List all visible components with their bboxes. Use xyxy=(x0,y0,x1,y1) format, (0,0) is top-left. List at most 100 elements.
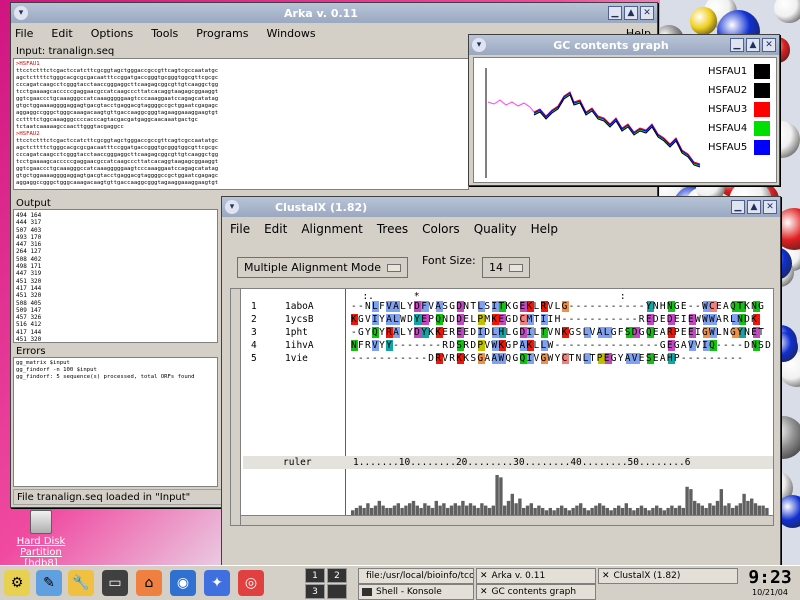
arka-titlebar[interactable]: ▾ Arka v. 0.11 ▁ ▲ ✕ xyxy=(11,3,657,23)
names-scrollbar[interactable] xyxy=(241,515,345,525)
window-menu-icon[interactable]: ▾ xyxy=(225,200,239,214)
horizontal-scrollbar[interactable] xyxy=(345,515,773,525)
quality-bar xyxy=(358,505,362,515)
quality-bar xyxy=(537,505,541,515)
quality-bar xyxy=(487,507,492,515)
window-menu-icon[interactable]: ▾ xyxy=(14,6,28,20)
quality-bar xyxy=(655,505,659,515)
gc-graph-title: GC contents graph xyxy=(553,38,669,52)
task-konsole[interactable]: Shell - Konsole xyxy=(358,584,474,600)
quality-bar xyxy=(674,507,678,515)
input-line: agctcttttctgggcacgcgcgacaatttccggatgaccg… xyxy=(16,75,219,81)
maximize-icon[interactable]: ▲ xyxy=(747,200,761,214)
quality-bar xyxy=(681,507,685,515)
menu-help[interactable]: Help xyxy=(531,222,558,236)
sequence-name-row[interactable]: 4 1ihvA xyxy=(251,340,314,351)
input-line: ttcctctttctcgactccatcttcgcggtagctgggaccg… xyxy=(16,138,219,144)
errors-text-area[interactable]: gg_matrix $input gg_findorf -n 100 $input… xyxy=(13,357,218,487)
window-menu-icon[interactable]: ▾ xyxy=(472,38,486,52)
quality-bar xyxy=(453,503,457,515)
font-size-select[interactable]: 14 xyxy=(482,257,530,278)
pager-desktop-3[interactable]: 3 xyxy=(305,584,325,599)
input-line: tcctgaaaagcacccccgaggaacgccatcaagcccttat… xyxy=(16,89,219,95)
output-line: 447 319 xyxy=(16,270,42,278)
quality-bar xyxy=(354,507,359,515)
quality-bar xyxy=(457,505,461,515)
task-clustalx[interactable]: ✕ ClustalX (1.82) xyxy=(598,568,738,584)
maximize-icon[interactable]: ▲ xyxy=(746,38,760,52)
minimize-icon[interactable]: ▁ xyxy=(731,200,745,214)
edit-icon[interactable]: ✎ xyxy=(36,570,62,596)
quality-bar xyxy=(392,505,397,515)
menu-quality[interactable]: Quality xyxy=(474,222,517,236)
quality-bar xyxy=(693,500,697,515)
pager-desktop-1[interactable]: 1 xyxy=(305,568,325,583)
menu-trees[interactable]: Trees xyxy=(377,222,408,236)
quality-bar xyxy=(385,507,389,515)
quality-bar xyxy=(533,507,537,515)
quality-bar xyxy=(700,505,704,515)
office-icon[interactable]: ✦ xyxy=(204,570,230,596)
menu-windows[interactable]: Windows xyxy=(266,27,315,40)
minimize-icon[interactable]: ▁ xyxy=(730,38,744,52)
legend-row: HSFAU5 xyxy=(708,138,770,157)
vertical-scrollbar[interactable] xyxy=(231,289,241,525)
close-icon[interactable]: ✕ xyxy=(763,200,777,214)
pager-desktop-4[interactable]: 4 xyxy=(327,584,347,599)
kde-menu-icon[interactable]: ⚙ xyxy=(4,570,30,596)
input-line: gtgctggaaaaggggaggagtgacgtacctgaggacgtag… xyxy=(16,103,219,109)
quality-bar xyxy=(495,475,499,515)
menu-tools[interactable]: Tools xyxy=(151,27,178,40)
sequence-residues: -GYQYRALYDYKKEREEDIDLHLGDILTVNKGSLVALGFS… xyxy=(351,327,766,338)
clock[interactable]: 9:23 10/21/04 xyxy=(744,568,796,598)
quality-histogram xyxy=(351,475,769,515)
quality-bar xyxy=(765,507,769,515)
clustalx-titlebar[interactable]: ▾ ClustalX (1.82) ▁ ▲ ✕ xyxy=(222,197,780,217)
quality-bar xyxy=(366,503,370,515)
browser-icon[interactable]: ◉ xyxy=(170,570,196,596)
maximize-icon[interactable]: ▲ xyxy=(624,6,638,20)
gc-graph-canvas: HSFAU1 HSFAU2 HSFAU3 HSFAU4 HSFAU5 xyxy=(473,57,777,183)
menu-alignment[interactable]: Alignment xyxy=(301,222,362,236)
quality-bar xyxy=(396,503,400,515)
quality-bar xyxy=(670,505,674,515)
menu-programs[interactable]: Programs xyxy=(196,27,248,40)
input-text-area[interactable]: >HSFAU1 ttcctctttctcgactccatcttcgcggtagct… xyxy=(13,58,469,190)
quality-bar xyxy=(510,493,514,515)
close-icon[interactable]: ✕ xyxy=(762,38,776,52)
home-icon[interactable]: ⌂ xyxy=(136,570,162,596)
input-line: aggaggccgggctgggcaaagacaagtgttgaccaaggcg… xyxy=(16,180,219,186)
quality-bar xyxy=(560,505,564,515)
pager-desktop-2[interactable]: 2 xyxy=(327,568,347,583)
minimize-icon[interactable]: ▁ xyxy=(608,6,622,20)
sequence-name-row[interactable]: 1 1aboA xyxy=(251,301,314,312)
alignment-mode-select[interactable]: Multiple Alignment Mode xyxy=(237,257,409,278)
sequence-name-row[interactable]: 2 1ycsB xyxy=(251,314,314,325)
tools-icon[interactable]: 🔧 xyxy=(68,570,94,596)
gc-graph-titlebar[interactable]: ▾ GC contents graph ▁ ▲ ✕ xyxy=(469,35,779,55)
quality-bar xyxy=(704,507,708,515)
terminal-icon[interactable]: ▭ xyxy=(102,570,128,596)
menu-file[interactable]: File xyxy=(15,27,33,40)
help-icon[interactable]: ◎ xyxy=(238,570,264,596)
quality-bar xyxy=(742,493,746,515)
menu-options[interactable]: Options xyxy=(91,27,133,40)
quality-bar xyxy=(719,489,723,515)
hard-disk-desktop-icon[interactable]: Hard Disk Partition [hdb8] xyxy=(10,510,72,569)
menu-edit[interactable]: Edit xyxy=(51,27,72,40)
legend-row: HSFAU2 xyxy=(708,81,770,100)
task-gc-graph[interactable]: ✕ GC contents graph xyxy=(476,584,596,600)
quality-bar xyxy=(400,507,404,515)
menu-edit[interactable]: Edit xyxy=(264,222,287,236)
sequence-name-row[interactable]: 3 1pht xyxy=(251,327,308,338)
ruler-label: ruler xyxy=(283,457,312,468)
output-text-area[interactable]: 494 164 444 317 507 403 493 170 447 316 264 1… xyxy=(13,209,218,343)
quality-bar xyxy=(594,505,598,515)
task-arka[interactable]: ✕ Arka v. 0.11 xyxy=(476,568,596,584)
sequence-name-row[interactable]: 5 1vie xyxy=(251,353,308,364)
output-line: 508 402 xyxy=(16,255,42,263)
menu-colors[interactable]: Colors xyxy=(422,222,460,236)
close-icon[interactable]: ✕ xyxy=(640,6,654,20)
task-file-manager[interactable]: file:/usr/local/bioinfo/tcoffee xyxy=(358,568,474,584)
menu-file[interactable]: File xyxy=(230,222,250,236)
